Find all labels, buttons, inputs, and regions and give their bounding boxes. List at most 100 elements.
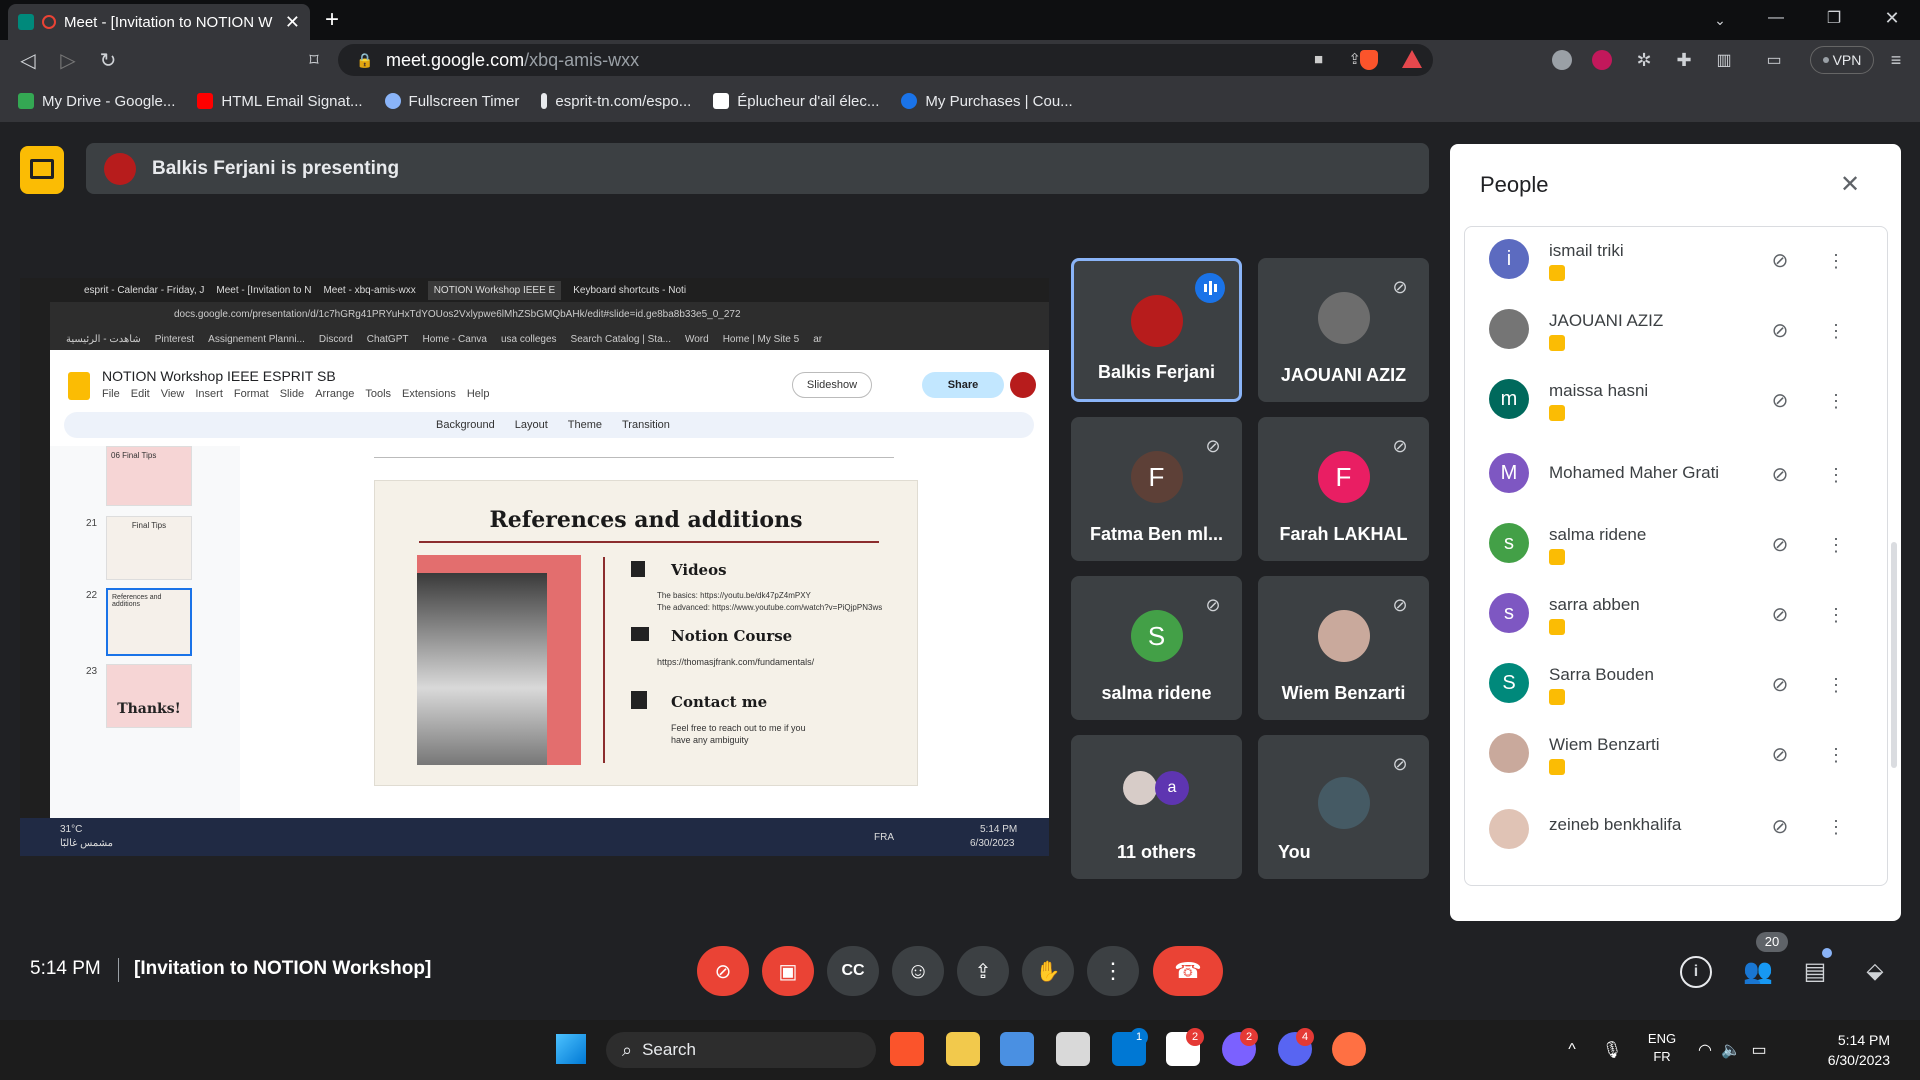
sidebar-icon[interactable]: ▥ xyxy=(1712,48,1736,72)
bookmark-item[interactable]: esprit-tn.com/espo... xyxy=(541,93,691,110)
activities-icon[interactable]: ⬙ xyxy=(1858,954,1892,988)
more-options-icon[interactable]: ⋮ xyxy=(1827,815,1845,839)
participant-row[interactable]: i ismail triki ⊘ ⋮ xyxy=(1465,227,1887,297)
show-hidden-icons-icon[interactable]: ^ xyxy=(1560,1038,1584,1062)
close-tab-icon[interactable]: ✕ xyxy=(285,12,300,33)
clock[interactable]: 5:14 PM 6/30/2023 xyxy=(1790,1030,1890,1070)
more-options-icon[interactable]: ⋮ xyxy=(1827,743,1845,767)
mic-off-icon[interactable]: ⊘ xyxy=(1767,601,1793,627)
bookmark-item[interactable]: My Drive - Google... xyxy=(18,93,175,110)
more-options-icon[interactable]: ⋮ xyxy=(1827,389,1845,413)
avatar-extension-icon[interactable] xyxy=(1592,50,1612,70)
shared-bookmark: Home - Canva xyxy=(422,333,487,345)
menu-item: Insert xyxy=(195,388,223,400)
more-options-icon[interactable]: ⋮ xyxy=(1827,603,1845,627)
more-options-icon[interactable]: ⋮ xyxy=(1827,673,1845,697)
mic-off-icon[interactable]: ⊘ xyxy=(1767,671,1793,697)
self-tile[interactable]: ⊘ You xyxy=(1258,735,1429,879)
file-explorer-icon[interactable] xyxy=(946,1032,980,1066)
presenting-banner: Balkis Ferjani is presenting xyxy=(86,143,1429,194)
bookmark-item[interactable]: Éplucheur d'ail élec... xyxy=(713,93,879,110)
brave-taskbar-icon[interactable] xyxy=(890,1032,924,1066)
close-panel-icon[interactable]: ✕ xyxy=(1834,168,1866,200)
globe-extension-icon[interactable] xyxy=(1552,50,1572,70)
bookmark-item[interactable]: Fullscreen Timer xyxy=(384,93,519,110)
participant-tile[interactable]: Balkis Ferjani xyxy=(1071,258,1242,402)
more-options-icon[interactable]: ⋮ xyxy=(1827,463,1845,487)
participant-row[interactable]: s sarra abben ⊘ ⋮ xyxy=(1465,581,1887,651)
wallet-icon[interactable]: ▭ xyxy=(1762,48,1786,72)
reactions-button[interactable]: ☺ xyxy=(892,946,944,996)
minimize-icon[interactable]: — xyxy=(1764,6,1788,30)
more-options-icon[interactable]: ⋮ xyxy=(1827,533,1845,557)
participant-row[interactable]: s salma ridene ⊘ ⋮ xyxy=(1465,511,1887,581)
participant-row[interactable]: Wiem Benzarti ⊘ ⋮ xyxy=(1465,721,1887,791)
wifi-icon[interactable]: ◠ xyxy=(1694,1038,1716,1062)
vpn-button[interactable]: VPN xyxy=(1810,46,1874,74)
captions-button[interactable]: CC xyxy=(827,946,879,996)
thumb-label: 06 Final Tips xyxy=(111,451,157,460)
chat-icon[interactable]: ▤ xyxy=(1798,954,1832,988)
more-options-button[interactable]: ⋮ xyxy=(1087,946,1139,996)
meeting-info-icon[interactable]: i xyxy=(1680,956,1712,988)
contact-icon xyxy=(631,691,647,709)
volume-icon[interactable]: 🔈 xyxy=(1720,1038,1742,1062)
raise-hand-button[interactable]: ✋ xyxy=(1022,946,1074,996)
mic-off-icon[interactable]: ⊘ xyxy=(1767,317,1793,343)
snipping-tool-icon[interactable] xyxy=(1056,1032,1090,1066)
thumb-label: Final Tips xyxy=(131,521,167,530)
taskbar-search[interactable]: ⌕ Search xyxy=(606,1032,876,1068)
more-options-icon[interactable]: ⋮ xyxy=(1827,319,1845,343)
mic-off-icon[interactable]: ⊘ xyxy=(1767,813,1793,839)
camera-toggle-button[interactable]: ▣ xyxy=(762,946,814,996)
participant-row[interactable]: zeineb benkhalifa ⊘ ⋮ xyxy=(1465,797,1887,867)
brave-rewards-icon[interactable] xyxy=(1402,50,1422,68)
forward-icon[interactable]: ▷ xyxy=(56,48,80,72)
panel-scrollbar[interactable] xyxy=(1891,542,1897,768)
extensions-puzzle-icon[interactable]: ✚ xyxy=(1672,48,1696,72)
mic-off-icon[interactable]: ⊘ xyxy=(1767,387,1793,413)
bookmark-item[interactable]: HTML Email Signat... xyxy=(197,93,363,110)
participant-row[interactable]: JAOUANI AZIZ ⊘ ⋮ xyxy=(1465,297,1887,367)
participant-tile[interactable]: F ⊘ Fatma Ben ml... xyxy=(1071,417,1242,561)
others-tile[interactable]: a 11 others xyxy=(1071,735,1242,879)
mic-off-icon[interactable]: ⊘ xyxy=(1767,461,1793,487)
participant-tile[interactable]: F ⊘ Farah LAKHAL xyxy=(1258,417,1429,561)
participant-name: Sarra Bouden xyxy=(1549,665,1654,684)
people-icon[interactable]: 👥 xyxy=(1740,954,1776,988)
battery-icon[interactable]: ▭ xyxy=(1748,1038,1770,1062)
mic-toggle-button[interactable]: ⊘ xyxy=(697,946,749,996)
microphone-icon[interactable]: 🎙 xyxy=(1600,1038,1624,1062)
participant-tile[interactable]: ⊘ Wiem Benzarti xyxy=(1258,576,1429,720)
camera-in-use-icon[interactable]: ■ xyxy=(1314,51,1323,68)
store-icon[interactable] xyxy=(1000,1032,1034,1066)
bookmark-item[interactable]: My Purchases | Cou... xyxy=(901,93,1073,110)
participant-row[interactable]: S Sarra Bouden ⊘ ⋮ xyxy=(1465,651,1887,721)
more-options-icon[interactable]: ⋮ xyxy=(1827,249,1845,273)
participant-row[interactable]: m maissa hasni ⊘ ⋮ xyxy=(1465,367,1887,437)
restore-icon[interactable]: ❐ xyxy=(1822,6,1846,30)
back-icon[interactable]: ◁ xyxy=(16,48,40,72)
brave-shield-icon[interactable] xyxy=(1360,50,1378,70)
close-window-icon[interactable]: ✕ xyxy=(1880,6,1904,30)
new-tab-icon[interactable]: + xyxy=(318,6,346,33)
windows-start-icon[interactable] xyxy=(556,1034,586,1064)
mic-off-icon[interactable]: ⊘ xyxy=(1767,741,1793,767)
mic-off-icon[interactable]: ⊘ xyxy=(1767,531,1793,557)
react-extension-icon[interactable]: ✲ xyxy=(1632,48,1656,72)
address-bar[interactable]: 🔒 meet.google.com/xbq-amis-wxx ■ ⇪ xyxy=(338,44,1433,76)
mic-off-icon[interactable]: ⊘ xyxy=(1767,247,1793,273)
participant-tile[interactable]: S ⊘ salma ridene xyxy=(1071,576,1242,720)
leave-call-button[interactable]: ☎ xyxy=(1153,946,1223,996)
participant-tile[interactable]: ⊘ JAOUANI AZIZ xyxy=(1258,258,1429,402)
active-tab[interactable]: Meet - [Invitation to NOTION W ✕ xyxy=(8,4,310,40)
edge-dev-icon[interactable] xyxy=(1332,1032,1366,1066)
tab-search-icon[interactable]: ⌄ xyxy=(1708,8,1732,32)
reload-icon[interactable]: ↻ xyxy=(96,48,120,72)
present-button[interactable]: ⇪ xyxy=(957,946,1009,996)
meet-favicon-icon xyxy=(18,14,34,30)
bookmark-icon[interactable]: ⌑ xyxy=(302,48,326,72)
participant-row[interactable]: M Mohamed Maher Grati ⊘ ⋮ xyxy=(1465,437,1887,507)
menu-icon[interactable]: ≡ xyxy=(1886,48,1906,72)
language-indicator[interactable]: ENG FR xyxy=(1642,1030,1682,1066)
